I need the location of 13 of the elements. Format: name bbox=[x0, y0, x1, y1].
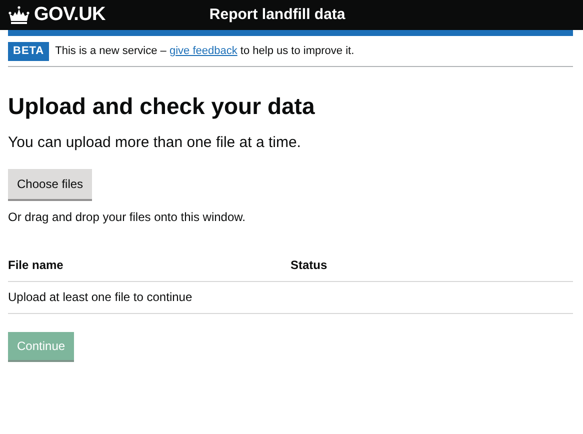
choose-files-button[interactable]: Choose files bbox=[8, 168, 92, 199]
feedback-link[interactable]: give feedback bbox=[169, 45, 238, 57]
phase-tag: BETA bbox=[8, 42, 50, 60]
column-header: File name bbox=[8, 250, 290, 282]
page-heading: Upload and check your data bbox=[8, 92, 316, 120]
gov-uk-logo[interactable]: GOV.UK bbox=[8, 0, 106, 30]
lead-text: You can upload more than one file at a time. bbox=[8, 133, 302, 154]
service-name[interactable]: Report landfill data bbox=[209, 4, 346, 26]
drag-drop-hint: Or drag and drop your files onto this window. bbox=[8, 208, 246, 226]
empty-table-message: Upload at least one file to continue bbox=[8, 282, 573, 314]
crown-icon bbox=[8, 6, 30, 24]
phase-banner-text: This is a new service – give feedback to help us to improve it. bbox=[55, 44, 354, 59]
column-header: Status bbox=[290, 250, 573, 282]
